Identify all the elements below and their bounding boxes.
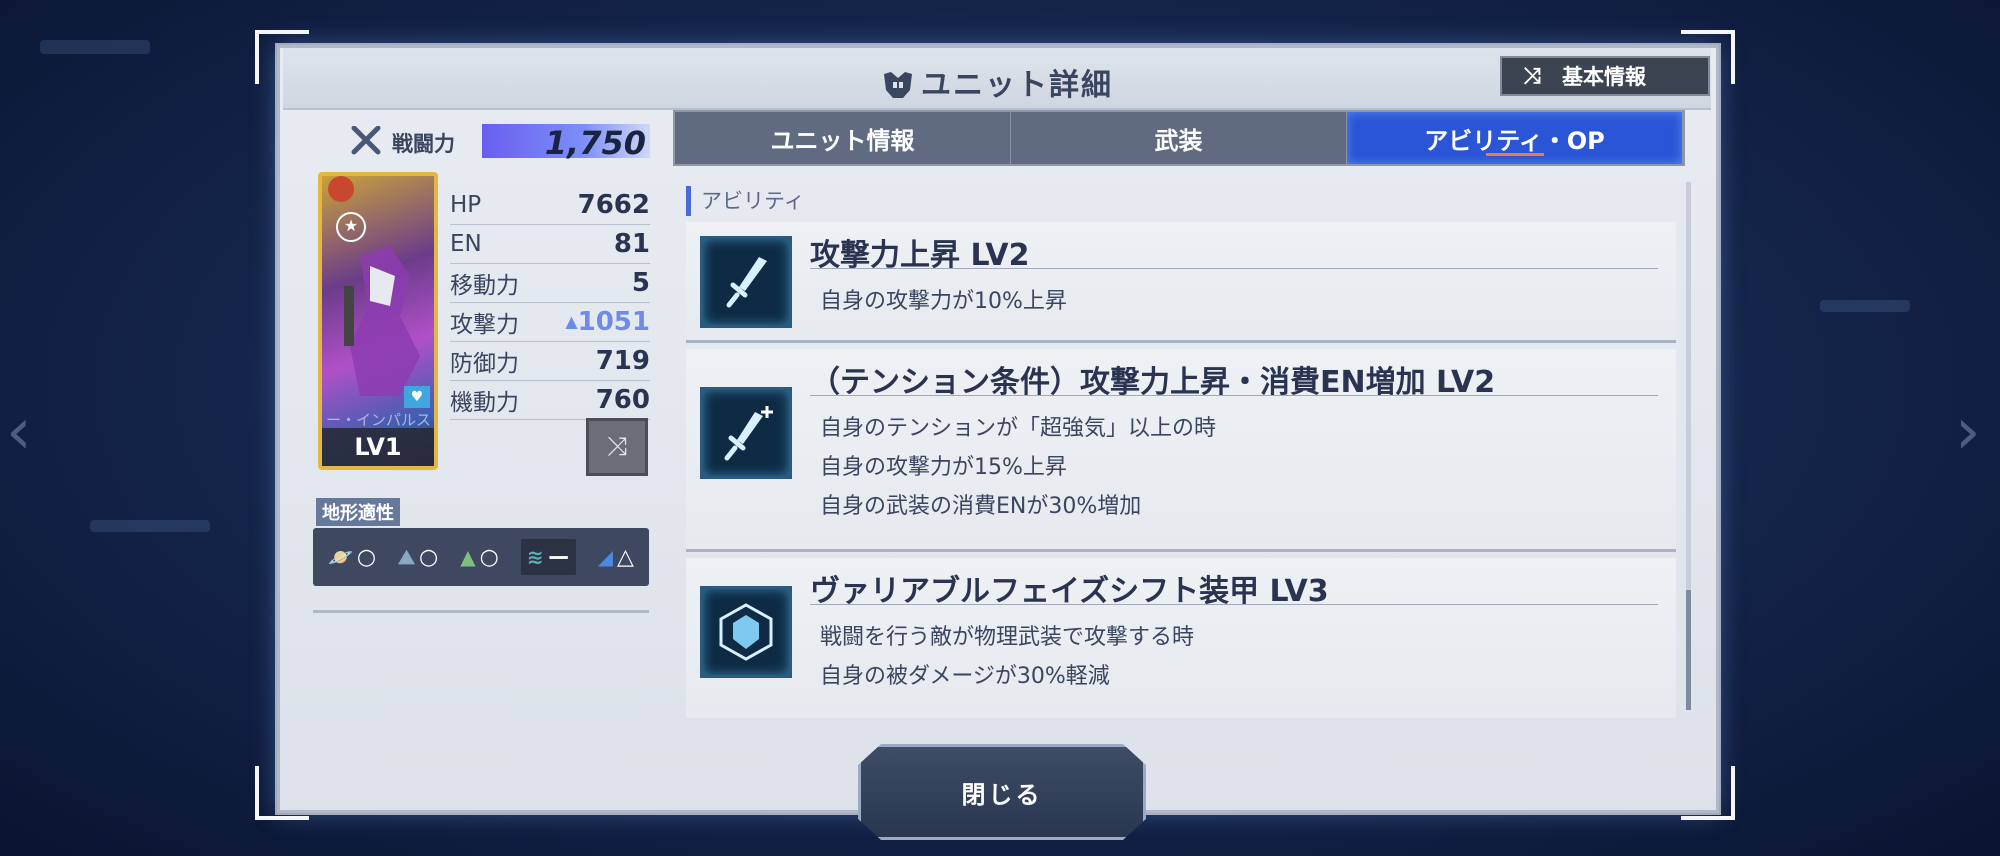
description-line: 自身の攻撃力が15%上昇 bbox=[820, 455, 1067, 480]
basic-info-label: 基本情報 bbox=[1562, 65, 1646, 89]
stat-label: 防御力 bbox=[450, 351, 519, 377]
terrain-water: ≋ ー bbox=[520, 539, 576, 575]
type-badge-icon bbox=[328, 176, 354, 202]
stat-row-move: 移動力 5 bbox=[450, 264, 650, 303]
space-icon: 🪐 bbox=[328, 545, 353, 569]
star-badge-icon: ★ bbox=[336, 212, 366, 242]
combat-power-bar: 1,750 bbox=[482, 124, 650, 162]
terrain-land: ⛰ ○ bbox=[398, 545, 438, 570]
stat-label: EN bbox=[450, 231, 482, 257]
description-line: 自身の武装の消費ENが30%増加 bbox=[820, 494, 1142, 519]
stat-row-hp: HP 7662 bbox=[450, 186, 650, 225]
terrain-rating: ○ bbox=[356, 544, 377, 570]
description-line: 戦闘を行う敵が物理武装で攻撃する時 bbox=[820, 625, 1195, 650]
unit-card[interactable]: ★ ♥ ー・インパルス LV1 bbox=[318, 172, 438, 470]
emblem-icon bbox=[884, 72, 912, 98]
stat-value: 719 bbox=[595, 346, 650, 376]
unit-level: LV1 bbox=[322, 428, 434, 466]
terrain-rating: ー bbox=[547, 547, 570, 572]
unit-portrait bbox=[344, 246, 420, 396]
close-button-label: 閉じる bbox=[961, 780, 1043, 809]
sword-icon bbox=[700, 236, 792, 328]
ability-item[interactable]: ヴァリアブルフェイズシフト装甲 LV3 戦闘を行う敵が物理武装で攻撃する時 自身… bbox=[686, 558, 1676, 718]
water-icon: ≋ bbox=[526, 545, 544, 569]
background-decoration bbox=[1820, 300, 1910, 312]
stat-value: 1051 bbox=[577, 307, 650, 337]
close-button[interactable]: 閉じる bbox=[858, 744, 1146, 840]
land-icon: ⛰ bbox=[398, 545, 415, 569]
terrain-mountain: ▲ ○ bbox=[460, 545, 499, 570]
stat-value-boosted: ▲1051 bbox=[565, 307, 650, 337]
unit-name: ー・インパルス bbox=[326, 411, 432, 429]
sword-plus-icon bbox=[700, 387, 792, 479]
basic-info-button[interactable]: ⤨ 基本情報 bbox=[1500, 56, 1710, 96]
stats-list: HP 7662 EN 81 移動力 5 攻撃力 ▲1051 防御力 719 機動力 760 bbox=[450, 186, 650, 420]
stat-label: 移動力 bbox=[450, 273, 519, 299]
section-title: アビリティ bbox=[686, 186, 1676, 216]
frame-corner bbox=[1681, 766, 1735, 820]
terrain-space: 🪐 ○ bbox=[328, 545, 376, 570]
divider bbox=[810, 268, 1658, 269]
favorite-heart-icon: ♥ bbox=[404, 386, 430, 408]
divider bbox=[313, 610, 649, 613]
terrain-label: 地形適性 bbox=[316, 498, 400, 526]
shuffle-icon: ⤨ bbox=[1523, 63, 1541, 89]
shuffle-icon: ⤨ bbox=[606, 432, 628, 462]
underwater-icon: ◢ bbox=[597, 545, 614, 569]
boost-arrow-icon: ▲ bbox=[565, 312, 578, 331]
crossed-swords-icon bbox=[351, 126, 381, 155]
tab-weapons[interactable]: 武装 bbox=[1011, 112, 1347, 164]
mountain-icon: ▲ bbox=[460, 545, 476, 569]
description-line: 自身の被ダメージが30%軽減 bbox=[820, 664, 1110, 689]
frame-corner bbox=[255, 766, 309, 820]
tab-unit-info[interactable]: ユニット情報 bbox=[675, 112, 1011, 164]
terrain-rating: ○ bbox=[479, 544, 499, 570]
stat-label: HP bbox=[450, 192, 482, 218]
prev-unit-arrow-icon[interactable]: ‹ bbox=[6, 395, 32, 469]
abilities-panel[interactable]: アビリティ 攻撃力上昇 LV2 自身の攻撃力が10%上昇 （テンション条件）攻撃… bbox=[686, 178, 1676, 718]
ability-item[interactable]: 攻撃力上昇 LV2 自身の攻撃力が10%上昇 bbox=[686, 222, 1676, 343]
terrain-panel: 🪐 ○ ⛰ ○ ▲ ○ ≋ ー ◢ △ bbox=[313, 528, 649, 586]
stat-value: 81 bbox=[613, 229, 650, 259]
combat-power-value: 1,750 bbox=[544, 124, 646, 162]
stat-label: 攻撃力 bbox=[450, 312, 519, 338]
ability-description: 自身の攻撃力が10%上昇 bbox=[820, 282, 1067, 321]
stat-value: 7662 bbox=[577, 190, 650, 220]
title-bar: ユニット詳細 bbox=[283, 48, 1711, 110]
description-line: 自身の攻撃力が10%上昇 bbox=[820, 289, 1067, 314]
background-decoration bbox=[40, 40, 150, 54]
description-line: 自身のテンションが「超強気」以上の時 bbox=[820, 416, 1217, 441]
ability-description: 自身のテンションが「超強気」以上の時 自身の攻撃力が15%上昇 自身の武装の消費… bbox=[820, 409, 1216, 526]
divider bbox=[810, 604, 1658, 605]
ability-description: 戦闘を行う敵が物理武装で攻撃する時 自身の被ダメージが30%軽減 bbox=[820, 618, 1194, 696]
detail-tabs: ユニット情報 武装 アビリティ・OP bbox=[673, 110, 1685, 166]
terrain-rating: ○ bbox=[418, 544, 439, 570]
stat-row-en: EN 81 bbox=[450, 225, 650, 264]
combat-power: 戦闘力 1,750 bbox=[350, 124, 650, 162]
stat-value: 5 bbox=[631, 268, 650, 298]
stat-row-mobility: 機動力 760 bbox=[450, 381, 650, 420]
tab-abilities[interactable]: アビリティ・OP bbox=[1347, 112, 1683, 164]
terrain-rating: △ bbox=[617, 544, 634, 570]
armor-shield-icon bbox=[700, 586, 792, 678]
scrollbar-thumb[interactable] bbox=[1686, 590, 1691, 710]
swap-form-button[interactable]: ⤨ bbox=[586, 418, 648, 476]
background-decoration bbox=[90, 520, 210, 532]
next-unit-arrow-icon[interactable]: › bbox=[1955, 395, 1981, 469]
stat-label: 機動力 bbox=[450, 390, 519, 416]
terrain-underwater: ◢ △ bbox=[598, 545, 634, 570]
divider bbox=[810, 395, 1658, 396]
page-title: ユニット詳細 bbox=[283, 60, 1711, 104]
combat-power-label: 戦闘力 bbox=[392, 132, 455, 156]
stat-value: 760 bbox=[595, 385, 650, 415]
stat-row-defense: 防御力 719 bbox=[450, 342, 650, 381]
ability-item[interactable]: （テンション条件）攻撃力上昇・消費EN増加 LV2 自身のテンションが「超強気」… bbox=[686, 349, 1676, 552]
stat-row-attack: 攻撃力 ▲1051 bbox=[450, 303, 650, 342]
